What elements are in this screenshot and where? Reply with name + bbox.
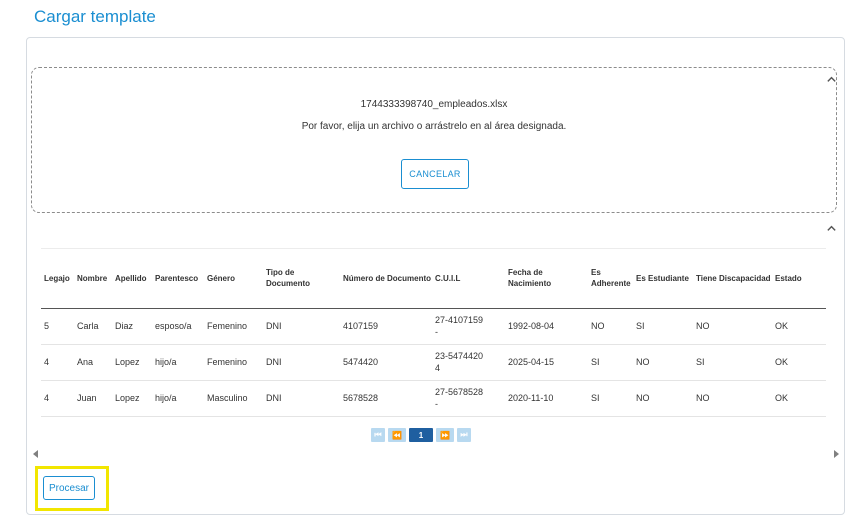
chevron-up-icon[interactable] bbox=[824, 221, 838, 235]
col-apellido[interactable]: Apellido bbox=[112, 249, 152, 309]
col-fecha-nacimiento[interactable]: Fecha de Nacimiento bbox=[505, 249, 588, 309]
cell-nombre: Carla bbox=[74, 308, 112, 345]
cell-apellido: Lopez bbox=[112, 344, 152, 381]
table-header-row: Legajo Nombre Apellido Parentesco Género… bbox=[41, 249, 826, 309]
cell-numero-documento: 5678528 bbox=[340, 380, 432, 417]
cell-parentesco: hijo/a bbox=[152, 380, 204, 417]
scroll-left-icon[interactable] bbox=[33, 450, 38, 458]
cell-tiene-discapacidad: SI bbox=[693, 344, 772, 381]
cell-fecha-nacimiento: 1992-08-04 bbox=[505, 308, 588, 345]
cell-es-estudiante: NO bbox=[633, 344, 693, 381]
cell-tipo-documento: DNI bbox=[263, 344, 340, 381]
pagination: ⏮ ⏪ 1 ⏩ ⏭ bbox=[371, 428, 471, 442]
table-row[interactable]: 4 Juan Lopez hijo/a Masculino DNI 567852… bbox=[41, 380, 826, 417]
scroll-right-icon[interactable] bbox=[834, 450, 839, 458]
cell-apellido: Lopez bbox=[112, 380, 152, 417]
cell-tiene-discapacidad: NO bbox=[693, 308, 772, 345]
cell-numero-documento: 4107159 bbox=[340, 308, 432, 345]
cell-apellido: Diaz bbox=[112, 308, 152, 345]
prev-page-icon[interactable]: ⏪ bbox=[388, 428, 406, 442]
cell-es-adherente: NO bbox=[588, 308, 633, 345]
cell-es-estudiante: SI bbox=[633, 308, 693, 345]
col-genero[interactable]: Género bbox=[204, 249, 263, 309]
cell-cuil: 27-4107159 - bbox=[432, 308, 505, 345]
cell-tipo-documento: DNI bbox=[263, 308, 340, 345]
col-es-estudiante[interactable]: Es Estudiante bbox=[633, 249, 693, 309]
cell-es-adherente: SI bbox=[588, 344, 633, 381]
next-page-icon[interactable]: ⏩ bbox=[436, 428, 454, 442]
cell-parentesco: hijo/a bbox=[152, 344, 204, 381]
cell-tiene-discapacidad: NO bbox=[693, 380, 772, 417]
cell-genero: Masculino bbox=[204, 380, 263, 417]
cell-numero-documento: 5474420 bbox=[340, 344, 432, 381]
cell-parentesco: esposo/a bbox=[152, 308, 204, 345]
col-estado[interactable]: Estado bbox=[772, 249, 826, 309]
col-cuil[interactable]: C.U.I.L bbox=[432, 249, 505, 309]
col-nombre[interactable]: Nombre bbox=[74, 249, 112, 309]
process-button-highlight: Procesar bbox=[35, 466, 109, 511]
cell-genero: Femenino bbox=[204, 344, 263, 381]
last-page-icon[interactable]: ⏭ bbox=[457, 428, 471, 442]
cell-cuil: 27-5678528 - bbox=[432, 380, 505, 417]
cell-tipo-documento: DNI bbox=[263, 380, 340, 417]
cell-fecha-nacimiento: 2025-04-15 bbox=[505, 344, 588, 381]
cell-legajo: 4 bbox=[41, 344, 74, 381]
col-tipo-documento[interactable]: Tipo de Documento bbox=[263, 249, 340, 309]
col-es-adherente[interactable]: Es Adherente bbox=[588, 249, 633, 309]
cell-nombre: Juan bbox=[74, 380, 112, 417]
col-numero-documento[interactable]: Número de Documento bbox=[340, 249, 432, 309]
col-legajo[interactable]: Legajo bbox=[41, 249, 74, 309]
cell-es-estudiante: NO bbox=[633, 380, 693, 417]
table-row[interactable]: 4 Ana Lopez hijo/a Femenino DNI 5474420 … bbox=[41, 344, 826, 381]
process-button[interactable]: Procesar bbox=[43, 476, 95, 500]
col-parentesco[interactable]: Parentesco bbox=[152, 249, 204, 309]
cell-legajo: 5 bbox=[41, 308, 74, 345]
cell-estado: OK bbox=[772, 380, 826, 417]
page-title: Cargar template bbox=[34, 7, 156, 26]
table-row[interactable]: 5 Carla Diaz esposo/a Femenino DNI 41071… bbox=[41, 308, 826, 345]
first-page-icon[interactable]: ⏮ bbox=[371, 428, 385, 442]
cell-es-adherente: SI bbox=[588, 380, 633, 417]
cell-fecha-nacimiento: 2020-11-10 bbox=[505, 380, 588, 417]
cell-cuil: 23-5474420 4 bbox=[432, 344, 505, 381]
cell-estado: OK bbox=[772, 308, 826, 345]
employees-table: Legajo Nombre Apellido Parentesco Género… bbox=[41, 249, 826, 417]
upload-card: 1744333398740_empleados.xlsx Por favor, … bbox=[26, 37, 845, 515]
uploaded-file-name: 1744333398740_empleados.xlsx bbox=[360, 99, 508, 110]
dropzone-message: Por favor, elija un archivo o arrástrelo… bbox=[301, 121, 567, 132]
cell-legajo: 4 bbox=[41, 380, 74, 417]
cell-nombre: Ana bbox=[74, 344, 112, 381]
employees-table-wrapper: Legajo Nombre Apellido Parentesco Género… bbox=[41, 248, 826, 417]
col-tiene-discapacidad[interactable]: Tiene Discapacidad bbox=[693, 249, 772, 309]
cancel-button[interactable]: CANCELAR bbox=[401, 159, 469, 189]
file-dropzone[interactable]: 1744333398740_empleados.xlsx Por favor, … bbox=[31, 67, 837, 213]
cell-estado: OK bbox=[772, 344, 826, 381]
horizontal-scrollbar[interactable] bbox=[30, 446, 842, 462]
page-1-button[interactable]: 1 bbox=[409, 428, 433, 442]
cell-genero: Femenino bbox=[204, 308, 263, 345]
